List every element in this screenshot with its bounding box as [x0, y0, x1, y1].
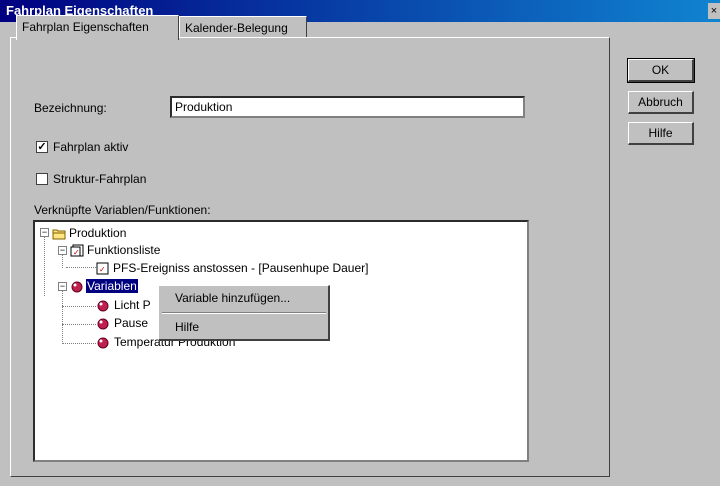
bezeichnung-value: Produktion — [175, 100, 233, 114]
menu-item-variable-hinzufuegen[interactable]: Variable hinzufügen... — [161, 288, 327, 308]
tree-node-var2[interactable]: Pause — [114, 316, 148, 330]
close-icon[interactable]: × — [708, 3, 720, 19]
tab-kalender-belegung[interactable]: Kalender-Belegung — [179, 16, 307, 38]
collapse-icon[interactable]: − — [40, 228, 49, 237]
variables-tree[interactable]: − Produktion − ✓ Funktionsliste ✓ PFS-Er… — [33, 220, 529, 462]
svg-text:✓: ✓ — [99, 265, 106, 274]
struktur-fahrplan-label: Struktur-Fahrplan — [53, 172, 147, 186]
tree-line — [62, 324, 96, 325]
event-icon: ✓ — [96, 262, 109, 275]
menu-separator — [162, 312, 326, 314]
collapse-icon[interactable]: − — [58, 282, 67, 291]
tree-line — [62, 343, 96, 344]
menu-item-label: Hilfe — [175, 320, 200, 334]
folder-icon — [52, 229, 66, 240]
variable-icon — [71, 281, 83, 293]
collapse-icon[interactable]: − — [58, 246, 67, 255]
tree-line — [66, 267, 96, 268]
ok-button[interactable]: OK — [627, 58, 695, 83]
tree-line — [62, 306, 96, 307]
menu-item-label: Variable hinzufügen... — [175, 291, 291, 305]
variable-icon — [97, 318, 109, 330]
context-menu: Variable hinzufügen... Hilfe — [158, 285, 330, 341]
check-icon: ✓ — [37, 141, 47, 153]
menu-item-hilfe[interactable]: Hilfe — [161, 317, 327, 337]
tree-node-variablen[interactable]: Variablen — [86, 279, 138, 293]
tree-node-produktion[interactable]: Produktion — [69, 226, 126, 240]
tree-line — [62, 288, 63, 344]
variable-icon — [97, 337, 109, 349]
tree-node-funktionsliste[interactable]: Funktionsliste — [87, 243, 160, 257]
fahrplan-aktiv-label: Fahrplan aktiv — [53, 140, 129, 154]
bezeichnung-label: Bezeichnung: — [34, 101, 107, 115]
fahrplan-aktiv-checkbox[interactable]: ✓ — [36, 141, 48, 153]
ok-button-label: OK — [651, 63, 670, 77]
verknuepft-label: Verknüpfte Variablen/Funktionen: — [34, 203, 211, 217]
tree-line — [44, 234, 45, 296]
abbruch-button[interactable]: Abbruch — [628, 91, 694, 114]
abbruch-button-label: Abbruch — [638, 95, 683, 109]
tree-node-ereignis[interactable]: PFS-Ereigniss anstossen - [Pausenhupe Da… — [113, 261, 368, 275]
dialog-window: Fahrplan Eigenschaften × Fahrplan Eigens… — [0, 0, 720, 486]
svg-text:✓: ✓ — [73, 248, 80, 257]
function-list-icon: ✓ — [70, 244, 84, 257]
struktur-fahrplan-checkbox[interactable] — [36, 173, 48, 185]
variable-icon — [97, 300, 109, 312]
hilfe-button[interactable]: Hilfe — [628, 122, 694, 145]
tab-label: Kalender-Belegung — [185, 21, 288, 35]
tab-fahrplan-eigenschaften[interactable]: Fahrplan Eigenschaften — [16, 15, 179, 40]
tree-node-var1[interactable]: Licht P — [114, 298, 151, 312]
bezeichnung-input[interactable]: Produktion — [170, 96, 525, 118]
tab-label: Fahrplan Eigenschaften — [22, 20, 149, 34]
hilfe-button-label: Hilfe — [648, 126, 673, 140]
